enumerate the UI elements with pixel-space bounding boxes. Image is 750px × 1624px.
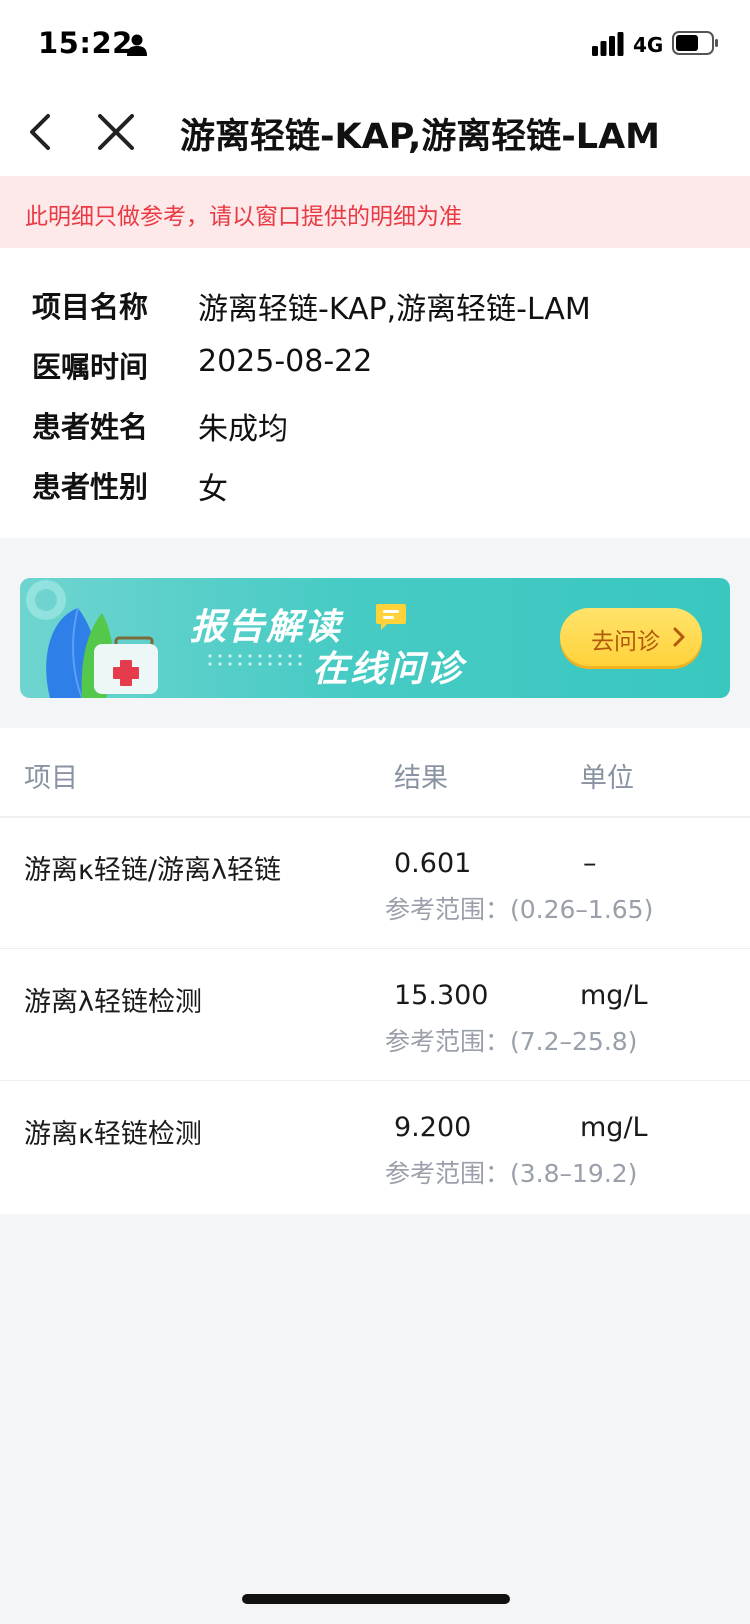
decorative-dots — [208, 654, 302, 666]
info-row-patient-name: 患者姓名 朱成均 — [0, 392, 750, 452]
banner-subtitle: 在线问诊 — [312, 649, 465, 690]
info-value: 女 — [198, 472, 228, 507]
page-title: 游离轻链-KAP,游离轻链-LAM — [180, 117, 661, 157]
table-row: 游离κ轻链检测 9.200 mg/L 参考范围：(3.8–19.2) — [0, 1082, 750, 1212]
info-label: 患者性别 — [32, 470, 149, 504]
results-table: 项目 结果 单位 游离κ轻链/游离λ轻链 0.601 – 参考范围：(0.26–… — [0, 728, 750, 1214]
row-result: 15.300 — [394, 980, 489, 1011]
row-reference-range: 参考范围：(7.2–25.8) — [385, 1027, 638, 1056]
battery-icon — [672, 31, 718, 55]
notice-text: 此明细只做参考，请以窗口提供的明细为准 — [25, 204, 462, 230]
info-label: 项目名称 — [32, 290, 149, 324]
header-item: 项目 — [24, 763, 78, 794]
nav-bar: 游离轻链-KAP,游离轻链-LAM — [0, 88, 750, 176]
header-unit: 单位 — [580, 763, 634, 794]
banner-section: 报告解读 在线问诊 去问诊 — [0, 538, 750, 728]
row-unit: mg/L — [580, 1112, 648, 1143]
table-header: 项目 结果 单位 — [0, 728, 750, 818]
info-label: 医嘱时间 — [32, 350, 149, 384]
row-unit: – — [583, 848, 597, 879]
table-row: 游离λ轻链检测 15.300 mg/L 参考范围：(7.2–25.8) — [0, 950, 750, 1081]
info-value: 2025-08-22 — [198, 344, 373, 379]
back-icon[interactable] — [22, 108, 62, 156]
chat-icon — [376, 604, 406, 630]
row-reference-range: 参考范围：(0.26–1.65) — [385, 895, 654, 924]
info-row-order-time: 医嘱时间 2025-08-22 — [0, 332, 750, 392]
chevron-right-icon — [673, 627, 685, 647]
row-result: 9.200 — [394, 1112, 472, 1143]
signal-icon — [592, 32, 624, 56]
report-consult-banner[interactable]: 报告解读 在线问诊 去问诊 — [20, 578, 730, 698]
go-consult-button[interactable]: 去问诊 — [560, 608, 702, 666]
row-item-name: 游离κ轻链检测 — [24, 1119, 202, 1150]
info-value: 朱成均 — [198, 412, 288, 447]
info-label: 患者姓名 — [32, 410, 149, 444]
table-row: 游离κ轻链/游离λ轻链 0.601 – 参考范围：(0.26–1.65) — [0, 818, 750, 949]
row-item-name: 游离κ轻链/游离λ轻链 — [24, 855, 281, 886]
info-value: 游离轻链-KAP,游离轻链-LAM — [198, 292, 591, 327]
row-unit: mg/L — [580, 980, 648, 1011]
status-bar: 15:22 4G — [0, 0, 750, 88]
network-label: 4G — [633, 33, 664, 57]
person-icon — [127, 34, 147, 56]
row-reference-range: 参考范围：(3.8–19.2) — [385, 1159, 638, 1188]
info-row-patient-gender: 患者性别 女 — [0, 452, 750, 512]
home-indicator[interactable] — [242, 1594, 510, 1604]
notice-bar: 此明细只做参考，请以窗口提供的明细为准 — [0, 176, 750, 248]
status-time: 15:22 — [38, 26, 133, 60]
header-result: 结果 — [394, 763, 448, 794]
info-row-item-name: 项目名称 游离轻链-KAP,游离轻链-LAM — [0, 272, 750, 332]
row-item-name: 游离λ轻链检测 — [24, 987, 202, 1018]
consult-button-label: 去问诊 — [591, 629, 660, 655]
close-icon[interactable] — [92, 108, 140, 156]
row-result: 0.601 — [394, 848, 472, 879]
patient-info-card: 项目名称 游离轻链-KAP,游离轻链-LAM 医嘱时间 2025-08-22 患… — [0, 248, 750, 538]
